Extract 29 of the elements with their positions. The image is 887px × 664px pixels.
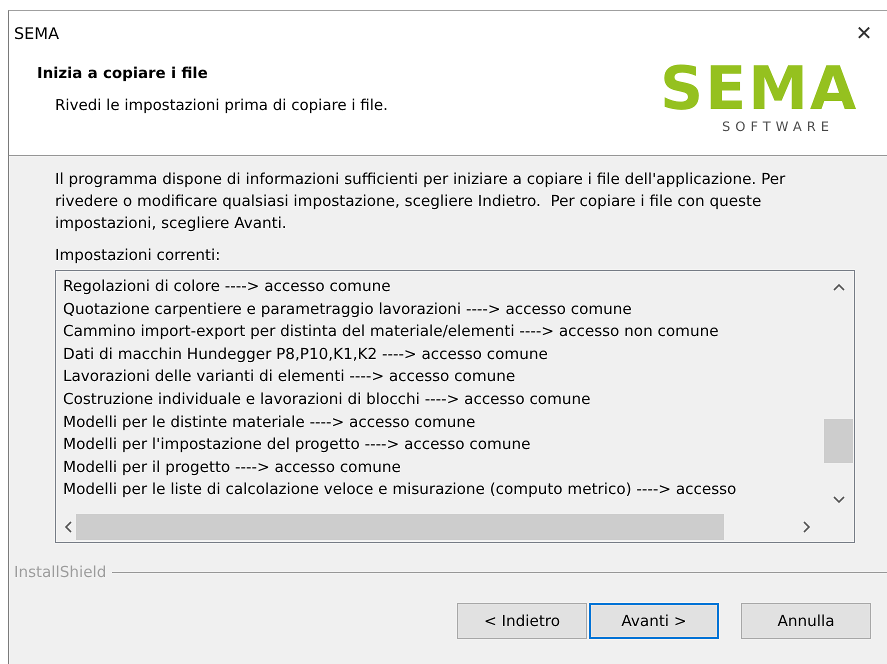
scroll-thumb[interactable] [76, 514, 724, 540]
settings-row-text: Modelli per il progetto ----> accesso comune [63, 456, 401, 478]
settings-list[interactable] [55, 270, 855, 543]
settings-row-text: Regolazioni di colore ----> accesso comune [63, 276, 391, 297]
scroll-down-icon[interactable] [832, 496, 844, 504]
scroll-thumb[interactable] [824, 419, 853, 463]
page-title: Inizia a copiare i file [37, 64, 209, 82]
settings-row-text: Lavorazioni delle varianti di elementi ----> accesso comune [63, 366, 516, 388]
window-title: SEMA [14, 24, 60, 42]
dialog-button[interactable]: Annulla [741, 603, 871, 639]
settings-row-text: Modelli per le distinte materiale ----> accesso comune [63, 412, 476, 433]
settings-row-text: Quotazione carpentiere e parametraggio lavorazioni ----> accesso comune [63, 298, 632, 320]
scroll-right-icon[interactable] [803, 521, 811, 533]
settings-row-text: Cammino import-export per distinta del materiale/elementi ----> accesso non comune [63, 321, 719, 342]
settings-row-text: Costruzione individuale e lavorazioni di blocchi ----> accesso comune [63, 388, 590, 410]
settings-row-text: Modelli per l'impostazione del progetto ----> accesso comune [63, 434, 530, 456]
settings-row-text: Modelli per le liste di calcolazione veloce e misurazione (computo metrico) ----> accesso [63, 479, 736, 500]
settings-label: Impostazioni correnti: [55, 246, 222, 264]
scroll-left-icon[interactable] [64, 521, 72, 533]
dialog-button[interactable]: Avanti > [589, 603, 719, 639]
dialog-button[interactable]: < Indietro [457, 603, 587, 639]
close-button[interactable]: ✕ [841, 13, 887, 53]
settings-row-text: Dati di macchin Hundegger P8,P10,K1,K2 ----> accesso comune [63, 344, 548, 365]
logo-tagline: SOFTWARE [722, 120, 835, 135]
page-subtitle: Rivedi le impostazioni prima di copiare i file. [55, 96, 388, 114]
intro-text: Il programma dispone di informazioni sufficienti per iniziare a copiare i file dell'applicazione. Per rivedere o modificare qualsiasi impostazione, scegliere Indietro. Per copiare i file con queste impostazioni, scegliere Avanti. [55, 169, 786, 234]
group-label: InstallShield [14, 563, 106, 581]
logo-wordmark: SEMA [660, 58, 860, 120]
scroll-up-icon[interactable] [832, 283, 844, 291]
